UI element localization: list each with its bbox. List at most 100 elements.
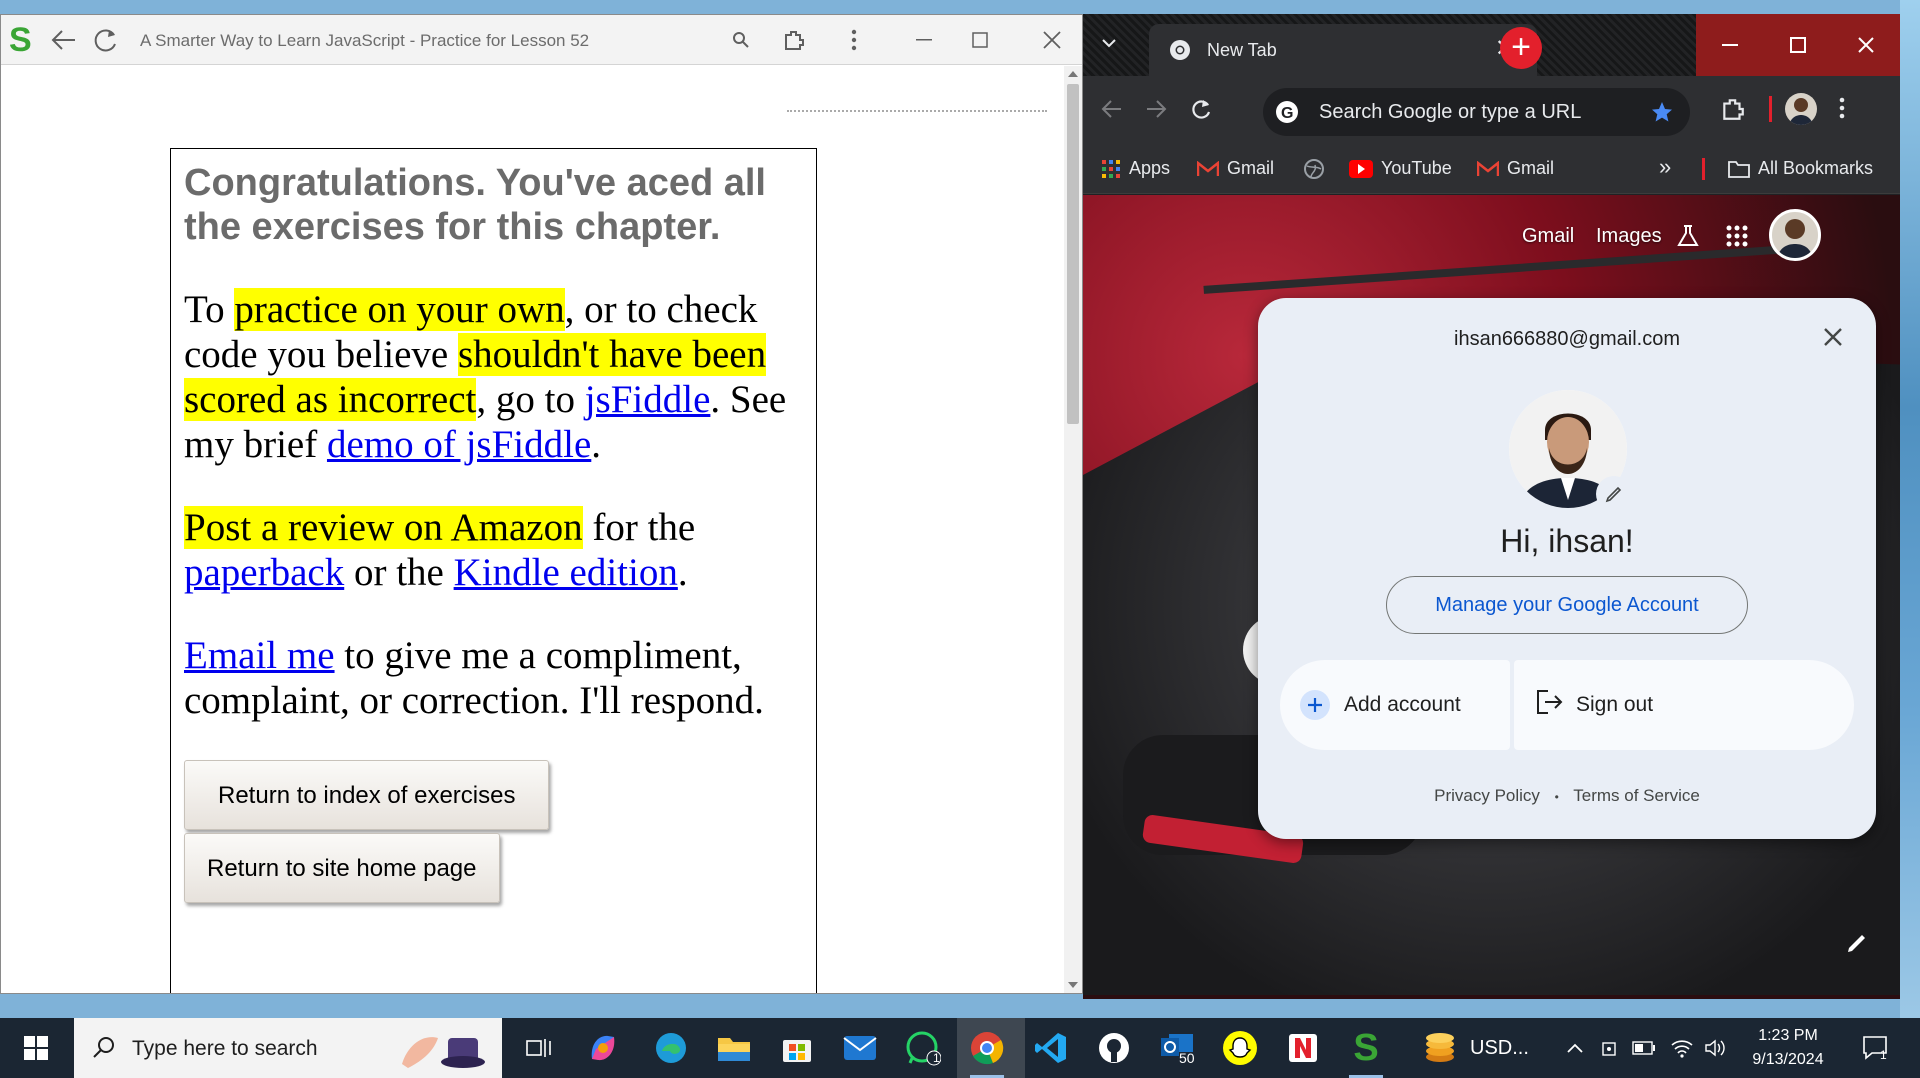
ntp-gmail-link[interactable]: Gmail xyxy=(1522,225,1574,248)
vscode-icon[interactable] xyxy=(1031,1028,1071,1068)
title-bar: S A Smarter Way to Learn JavaScript - Pr… xyxy=(1,15,1082,65)
terms-of-service-link[interactable]: Terms of Service xyxy=(1573,786,1700,805)
ntp-avatar[interactable] xyxy=(1769,209,1821,261)
chrome-menu-icon[interactable] xyxy=(1839,97,1845,124)
gmail-icon xyxy=(1197,160,1219,176)
zoom-icon[interactable] xyxy=(724,23,758,57)
file-explorer-icon[interactable] xyxy=(714,1028,754,1068)
paperback-link[interactable]: paperback xyxy=(184,551,344,594)
bookmark-apps[interactable]: Apps xyxy=(1101,158,1170,179)
labs-flask-icon[interactable] xyxy=(1675,223,1701,254)
profile-divider xyxy=(1769,96,1772,122)
email-me-link[interactable]: Email me xyxy=(184,634,335,677)
task-view-icon[interactable] xyxy=(519,1028,559,1068)
privacy-policy-link[interactable]: Privacy Policy xyxy=(1434,786,1540,805)
maximize-button[interactable] xyxy=(963,23,997,57)
chrome-taskbar-icon[interactable] xyxy=(967,1028,1007,1068)
bookmark-label: Gmail xyxy=(1227,158,1275,178)
wifi-icon[interactable] xyxy=(1670,1018,1694,1078)
system-clock[interactable]: 1:23 PM 9/13/2024 xyxy=(1728,1024,1848,1072)
minimize-button[interactable] xyxy=(907,23,941,57)
microsoft-store-icon[interactable] xyxy=(777,1028,817,1068)
tab-search-icon[interactable] xyxy=(1099,36,1119,55)
news-app-icon[interactable] xyxy=(1283,1028,1323,1068)
bookmark-star-icon[interactable] xyxy=(1650,100,1674,129)
whatsapp-icon[interactable]: 1 xyxy=(903,1028,943,1068)
mail-icon[interactable] xyxy=(840,1028,880,1068)
notification-center-icon[interactable]: 1 xyxy=(1862,1018,1890,1078)
edge-icon[interactable] xyxy=(651,1028,691,1068)
ntp-images-link[interactable]: Images xyxy=(1596,225,1662,248)
battery-icon[interactable] xyxy=(1632,1018,1656,1078)
jsfiddle-demo-link[interactable]: demo of jsFiddle xyxy=(327,423,591,466)
bookmark-gmail-2[interactable]: Gmail xyxy=(1477,158,1554,179)
all-bookmarks-button[interactable]: All Bookmarks xyxy=(1728,158,1873,179)
forward-icon[interactable] xyxy=(1145,98,1167,125)
app-logo: S xyxy=(1353,1027,1379,1069)
meet-now-icon[interactable] xyxy=(1600,1018,1620,1078)
show-hidden-icons-chevron-icon[interactable] xyxy=(1566,1018,1584,1078)
kindle-link[interactable]: Kindle edition xyxy=(454,551,678,594)
globe-icon[interactable] xyxy=(1303,158,1325,180)
edit-photo-pencil-icon[interactable] xyxy=(1596,476,1632,512)
chrome-toolbar: G Search Google or type a URL xyxy=(1083,76,1900,144)
scroll-down-icon[interactable] xyxy=(1068,982,1078,988)
reload-icon[interactable] xyxy=(89,23,123,57)
smarter-way-app-icon[interactable]: S xyxy=(1346,1028,1386,1068)
more-bookmarks-chevron-icon[interactable]: » xyxy=(1659,154,1671,180)
manage-account-button[interactable]: Manage your Google Account xyxy=(1386,576,1748,634)
menu-dots-icon[interactable] xyxy=(837,23,871,57)
svg-text:G: G xyxy=(1281,105,1293,122)
app-logo: S xyxy=(9,21,32,59)
search-highlight-icon xyxy=(392,1024,492,1078)
address-bar[interactable]: G Search Google or type a URL xyxy=(1263,88,1690,136)
snapchat-icon[interactable] xyxy=(1220,1028,1260,1068)
tab-new-tab[interactable]: New Tab ✕ xyxy=(1149,24,1537,76)
currency-widget-icon[interactable] xyxy=(1420,1028,1460,1068)
vertical-scrollbar[interactable] xyxy=(1064,66,1082,993)
youtube-icon xyxy=(1349,159,1373,178)
close-button[interactable] xyxy=(1035,23,1069,57)
folder-icon xyxy=(1728,160,1750,178)
outlook-badge: 50 xyxy=(1179,1050,1195,1066)
taskbar-search-box[interactable]: Type here to search xyxy=(74,1018,502,1078)
back-arrow-icon[interactable] xyxy=(47,23,81,57)
currency-widget-label[interactable]: USD... xyxy=(1470,1018,1529,1078)
github-icon[interactable] xyxy=(1094,1028,1134,1068)
extensions-icon[interactable] xyxy=(1720,96,1746,127)
copilot-icon[interactable] xyxy=(583,1028,623,1068)
jsfiddle-link[interactable]: jsFiddle xyxy=(585,378,711,421)
practice-paragraph: To practice on your own, or to check cod… xyxy=(184,287,804,467)
popup-footer: Privacy Policy • Terms of Service xyxy=(1258,786,1876,806)
account-email: ihsan666880@gmail.com xyxy=(1454,328,1680,350)
chrome-close-button[interactable] xyxy=(1832,14,1900,76)
sign-out-button[interactable]: Sign out xyxy=(1514,660,1854,750)
window-title: A Smarter Way to Learn JavaScript - Prac… xyxy=(140,31,590,50)
google-apps-icon[interactable] xyxy=(1726,225,1748,252)
google-g-icon: G xyxy=(1275,100,1299,129)
return-home-button[interactable]: Return to site home page xyxy=(184,833,500,903)
bookmark-youtube[interactable]: YouTube xyxy=(1349,158,1452,179)
scroll-thumb[interactable] xyxy=(1067,84,1079,424)
windows-start-icon[interactable] xyxy=(16,1028,56,1068)
outlook-icon[interactable]: 50 xyxy=(1157,1028,1197,1068)
close-icon[interactable] xyxy=(1816,320,1850,354)
add-account-button[interactable]: Add account xyxy=(1280,660,1510,750)
car-detail xyxy=(1203,244,1803,294)
extension-icon[interactable] xyxy=(777,23,811,57)
text: To xyxy=(184,288,235,331)
reload-icon[interactable] xyxy=(1189,97,1213,126)
profile-avatar-icon[interactable] xyxy=(1785,93,1817,125)
new-tab-button[interactable]: + xyxy=(1500,27,1542,69)
chrome-minimize-button[interactable] xyxy=(1696,14,1764,76)
volume-icon[interactable] xyxy=(1704,1018,1726,1078)
search-placeholder: Type here to search xyxy=(132,1037,318,1060)
scroll-up-icon[interactable] xyxy=(1068,71,1078,77)
customize-pencil-icon[interactable] xyxy=(1845,931,1869,960)
bookmarks-bar: Apps Gmail YouTube Gmail » All Bookmarks xyxy=(1083,144,1900,194)
chrome-maximize-button[interactable] xyxy=(1764,14,1832,76)
back-icon[interactable] xyxy=(1101,98,1123,125)
bookmark-gmail[interactable]: Gmail xyxy=(1197,158,1274,179)
practice-app-window: S A Smarter Way to Learn JavaScript - Pr… xyxy=(0,14,1083,994)
return-index-button[interactable]: Return to index of exercises xyxy=(184,760,550,830)
